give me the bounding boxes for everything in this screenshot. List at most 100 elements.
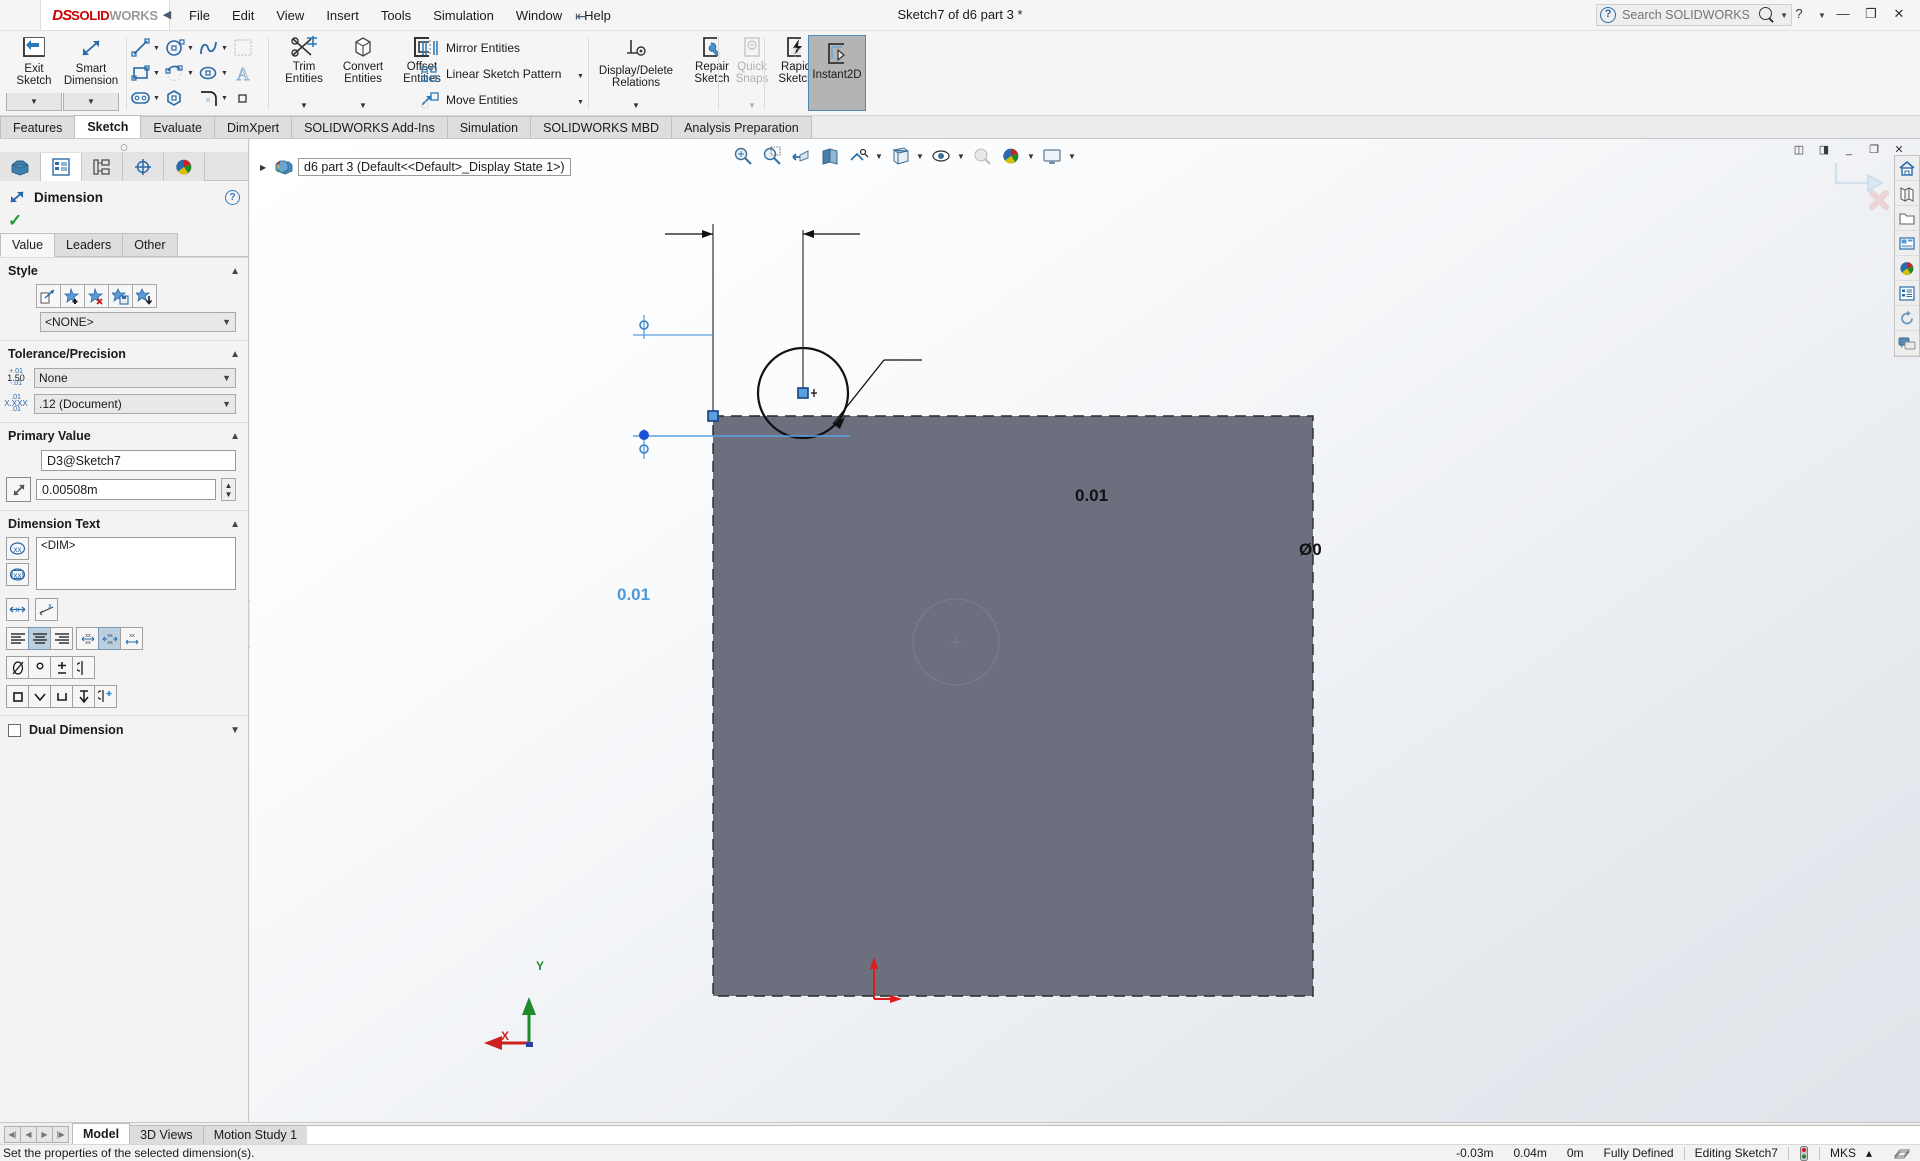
add-style-icon[interactable] (60, 284, 85, 308)
search-input[interactable] (1620, 7, 1757, 23)
dimension-text-input[interactable]: <DIM> (36, 537, 236, 590)
tab-simulation[interactable]: Simulation (446, 116, 532, 138)
status-units[interactable]: MKS (1820, 1146, 1866, 1160)
convert-entities-button[interactable]: Convert Entities (335, 35, 391, 93)
feature-manager-tree-tab[interactable] (0, 153, 41, 181)
property-manager-help-icon[interactable]: ? (225, 189, 240, 205)
ok-button[interactable]: ✓ (8, 211, 22, 230)
instant2d-button[interactable]: Instant2D (808, 35, 866, 111)
first-tab-button[interactable]: ◀| (4, 1126, 21, 1143)
tab-solidworks-mbd[interactable]: SOLIDWORKS MBD (530, 116, 673, 138)
tab-features[interactable]: Features (0, 116, 76, 138)
panel-gripper[interactable] (0, 139, 248, 153)
depth-symbol-icon[interactable] (72, 685, 95, 708)
override-value-button[interactable] (6, 477, 31, 502)
counterbore-symbol-icon[interactable] (50, 685, 73, 708)
bottom-tab-3d-views[interactable]: 3D Views (129, 1125, 204, 1144)
status-units-caret-icon[interactable]: ▴ (1866, 1146, 1884, 1160)
text-tool-button[interactable]: A (232, 62, 254, 84)
circle-tool-button[interactable] (164, 37, 186, 59)
arc-tool-button[interactable] (164, 62, 186, 84)
smart-dimension-dropdown[interactable]: ▼ (63, 93, 119, 111)
restore-button[interactable]: ❐ (1858, 3, 1884, 25)
display-manager-tab[interactable] (164, 153, 205, 181)
tab-other[interactable]: Other (122, 233, 178, 256)
next-tab-button[interactable]: ▶ (36, 1126, 53, 1143)
inspection-dim-icon[interactable]: xx (6, 537, 29, 560)
trim-entities-button[interactable]: Trim Entities (276, 35, 332, 93)
minimize-button[interactable]: — (1830, 3, 1856, 25)
dimension-value-spinner[interactable]: ▲ ▼ (221, 478, 236, 501)
align-left-icon[interactable] (6, 627, 29, 650)
tab-leaders[interactable]: Leaders (54, 233, 124, 256)
dim-text-box-icon[interactable]: xx (6, 563, 29, 586)
prev-tab-button[interactable]: ◀ (20, 1126, 37, 1143)
linear-pattern-dropdown-caret-icon[interactable]: ▼ (577, 73, 584, 80)
arc-dropdown-caret-icon[interactable]: ▼ (187, 70, 194, 77)
vertical-dimension-label[interactable]: 0.01 (617, 585, 650, 605)
style-section-header[interactable]: Style ▲ (0, 257, 248, 282)
primary-value-section-header[interactable]: Primary Value ▲ (0, 422, 248, 447)
exit-sketch-button[interactable]: Exit Sketch (6, 35, 62, 93)
last-tab-button[interactable]: |▶ (52, 1126, 69, 1143)
move-entities-button[interactable]: Move Entities (420, 91, 518, 109)
tab-dimxpert[interactable]: DimXpert (214, 116, 293, 138)
load-style-icon[interactable] (132, 284, 157, 308)
dual-dimension-chevron-icon[interactable]: ▼ (230, 725, 240, 736)
dimension-text-section-header[interactable]: Dimension Text ▲ (0, 510, 248, 535)
tolerance-collapse-chevron-icon[interactable]: ▲ (230, 349, 240, 360)
style-collapse-chevron-icon[interactable]: ▲ (230, 266, 240, 277)
style-combo[interactable]: <NONE> ▼ (40, 312, 236, 332)
help-dropdown-caret-icon[interactable]: ▼ (1814, 3, 1828, 25)
tab-value[interactable]: Value (0, 233, 56, 257)
tab-solidworks-addins[interactable]: SOLIDWORKS Add-Ins (291, 116, 448, 138)
dimension-text-collapse-chevron-icon[interactable]: ▲ (230, 519, 240, 530)
rectangle-tool-button[interactable] (130, 62, 152, 84)
point-tool-button[interactable] (232, 87, 254, 109)
sketch-canvas[interactable] (250, 139, 1920, 1122)
exit-sketch-dropdown[interactable]: ▼ (6, 93, 62, 111)
spinner-down-icon[interactable]: ▼ (225, 490, 233, 499)
move-entities-dropdown-caret-icon[interactable]: ▼ (577, 99, 584, 106)
spinner-up-icon[interactable]: ▲ (225, 481, 233, 490)
status-overlay-icon[interactable] (1884, 1147, 1920, 1160)
align-right-icon[interactable] (50, 627, 73, 650)
precision-combo[interactable]: .12 (Document) ▼ (34, 394, 236, 414)
text-below-icon[interactable]: xx (120, 627, 143, 650)
close-button[interactable]: ✕ (1886, 3, 1912, 25)
fillet-dropdown-caret-icon[interactable]: ▼ (221, 95, 228, 102)
align-center-icon[interactable] (28, 627, 51, 650)
horizontal-dimension-label[interactable]: 0.01 (1075, 486, 1108, 506)
configuration-manager-tab[interactable] (82, 153, 123, 181)
sketch-plane-tool-button[interactable] (232, 37, 254, 59)
trim-entities-dropdown[interactable]: ▼ (276, 97, 332, 115)
save-style-icon[interactable] (108, 284, 133, 308)
rectangle-dropdown-caret-icon[interactable]: ▼ (153, 70, 160, 77)
spline-dropdown-caret-icon[interactable]: ▼ (221, 45, 228, 52)
primary-value-collapse-chevron-icon[interactable]: ▲ (230, 431, 240, 442)
delete-style-icon[interactable] (84, 284, 109, 308)
circle-dropdown-caret-icon[interactable]: ▼ (187, 45, 194, 52)
tab-sketch[interactable]: Sketch (74, 115, 142, 138)
line-tool-button[interactable] (130, 37, 152, 59)
more-symbols-icon[interactable] (94, 685, 117, 708)
quick-snaps-dropdown[interactable]: ▼ (724, 97, 780, 115)
tolerance-type-combo[interactable]: None ▼ (34, 368, 236, 388)
display-delete-relations-dropdown[interactable]: ▼ (608, 97, 664, 115)
graphics-area[interactable]: ◫ ◨ _ ❐ ✕ ▼ ▼ ▼ ▼ ▼ ▶ d6 part 3 (Default… (250, 139, 1920, 1122)
tab-analysis-preparation[interactable]: Analysis Preparation (671, 116, 812, 138)
help-button[interactable]: ? (1786, 3, 1812, 25)
spline-tool-button[interactable] (198, 37, 220, 59)
smart-dimension-button[interactable]: Smart Dimension (63, 35, 119, 93)
linear-sketch-pattern-button[interactable]: Linear Sketch Pattern (420, 65, 561, 83)
plus-minus-symbol-icon[interactable] (50, 656, 73, 679)
polygon-tool-button[interactable] (164, 87, 186, 109)
bottom-tab-model[interactable]: Model (72, 1123, 131, 1144)
degree-symbol-icon[interactable] (28, 656, 51, 679)
slot-tool-button[interactable] (130, 87, 152, 109)
search-icon[interactable] (1758, 6, 1776, 24)
ellipse-dropdown-caret-icon[interactable]: ▼ (221, 70, 228, 77)
mirror-entities-button[interactable]: Mirror Entities (420, 39, 520, 57)
dimxpert-manager-tab[interactable] (123, 153, 164, 181)
help-search-box[interactable]: ? ▼ (1596, 4, 1792, 26)
